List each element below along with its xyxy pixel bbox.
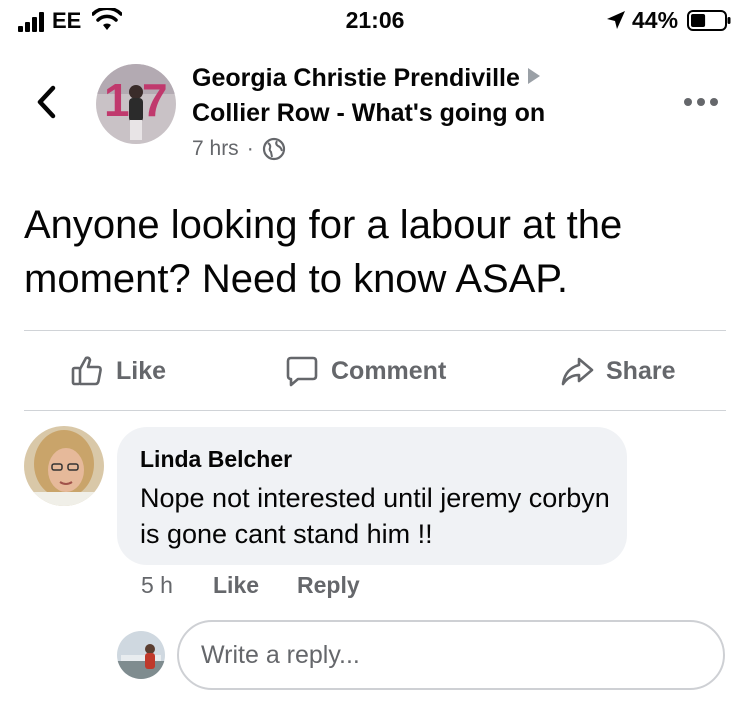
comment-like-button[interactable]: Like: [213, 572, 259, 602]
share-button[interactable]: Share: [560, 350, 675, 392]
comment-text: Nope not interested until jeremy corbyn …: [140, 483, 610, 549]
more-options-button[interactable]: [684, 96, 720, 108]
poster-name-text[interactable]: Georgia Christie Prendiville: [192, 64, 520, 92]
group-name[interactable]: Collier Row - What's going on: [192, 99, 545, 128]
like-button[interactable]: Like: [70, 350, 166, 392]
dot-icon: [710, 98, 718, 106]
like-label: Like: [116, 356, 167, 385]
share-icon: [561, 357, 594, 386]
commenter-name[interactable]: Linda Belcher: [140, 446, 292, 473]
thumbs-up-icon: [71, 356, 102, 386]
comment-reply-button[interactable]: Reply: [297, 572, 360, 602]
poster-name[interactable]: Georgia Christie Prendiville: [192, 64, 540, 93]
comment-button[interactable]: Comment: [285, 350, 446, 392]
battery-icon: [687, 10, 731, 31]
back-button[interactable]: [28, 84, 64, 120]
globe-icon: [262, 137, 285, 161]
divider: [24, 330, 726, 331]
meta-separator: ·: [246, 137, 254, 160]
comment-icon: [286, 356, 318, 387]
reply-placeholder: Write a reply...: [201, 641, 360, 669]
svg-text:1: 1: [104, 74, 130, 126]
post-time[interactable]: 7 hrs: [192, 137, 239, 161]
dot-icon: [684, 98, 692, 106]
battery-percent: 44%: [632, 7, 679, 33]
comment-label: Comment: [331, 356, 447, 385]
location-arrow-icon: [607, 11, 625, 29]
dot-icon: [697, 98, 705, 106]
comment-time: 5 h: [141, 572, 173, 598]
user-avatar: [117, 631, 165, 679]
share-label: Share: [606, 356, 676, 385]
post-text: Anyone looking for a labour at the momen…: [24, 203, 623, 301]
arrow-right-icon: [527, 68, 540, 84]
post-meta: 7 hrs ·: [192, 137, 286, 161]
divider: [24, 410, 726, 411]
commenter-avatar[interactable]: [24, 426, 104, 506]
svg-text:7: 7: [142, 74, 168, 126]
status-bar: EE 21:06 44%: [0, 0, 750, 44]
poster-avatar[interactable]: 1 7: [96, 64, 176, 144]
chevron-left-icon: [37, 85, 56, 119]
